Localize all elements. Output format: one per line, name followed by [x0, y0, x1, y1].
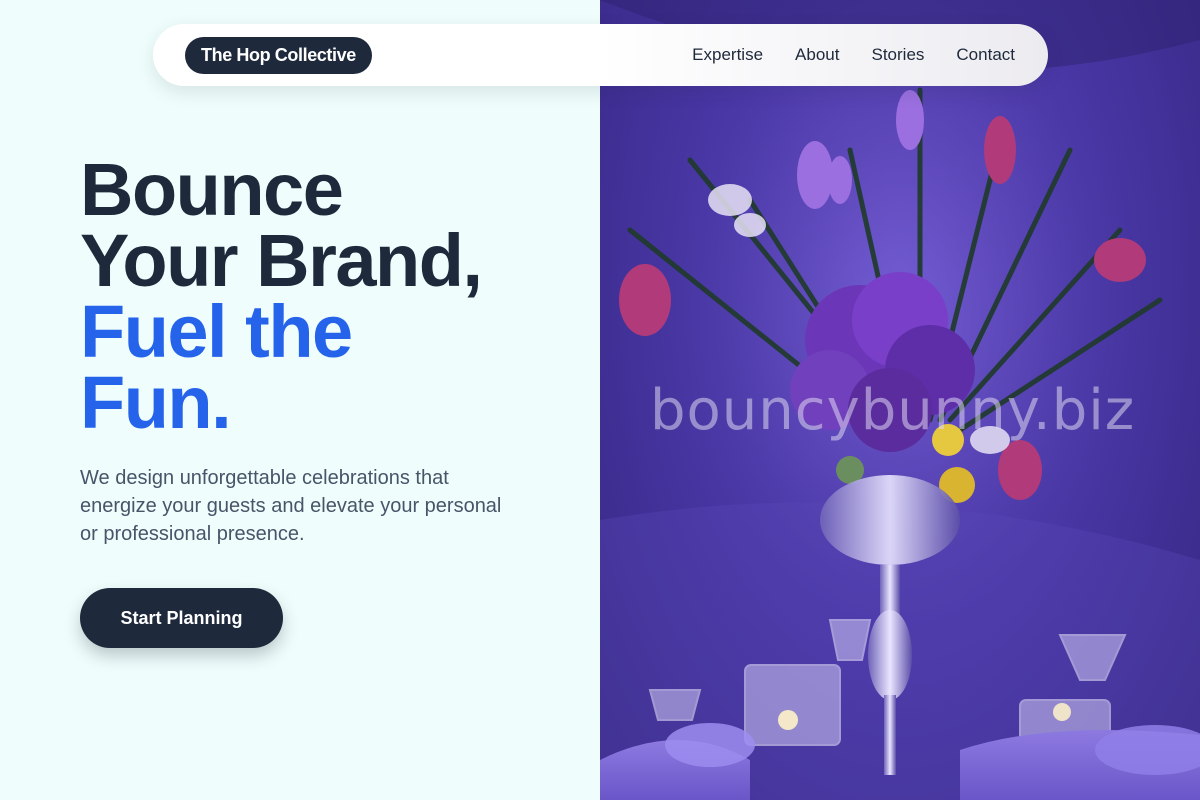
- headline-line-3: Fuel the: [80, 290, 353, 373]
- nav-links: Expertise About Stories Contact: [692, 45, 1015, 65]
- headline-line-2: Your Brand,: [80, 219, 483, 302]
- nav-link-stories[interactable]: Stories: [871, 45, 924, 65]
- brand-logo[interactable]: The Hop Collective: [185, 36, 372, 74]
- headline-line-4: Fun.: [80, 361, 232, 444]
- nav-link-expertise[interactable]: Expertise: [692, 45, 763, 65]
- start-planning-button[interactable]: Start Planning: [80, 588, 283, 648]
- hero-headline: Bounce Your Brand, Fuel the Fun.: [80, 148, 483, 444]
- headline-line-1: Bounce: [80, 148, 344, 231]
- hero-image-floral-centerpiece: bouncybunny.biz: [600, 0, 1200, 800]
- nav-link-contact[interactable]: Contact: [956, 45, 1015, 65]
- nav-link-about[interactable]: About: [795, 45, 839, 65]
- top-navbar: The Hop Collective Expertise About Stori…: [153, 24, 1048, 86]
- hero-subtext: We design unforgettable celebrations tha…: [80, 467, 502, 545]
- image-watermark: bouncybunny.biz: [650, 378, 1136, 443]
